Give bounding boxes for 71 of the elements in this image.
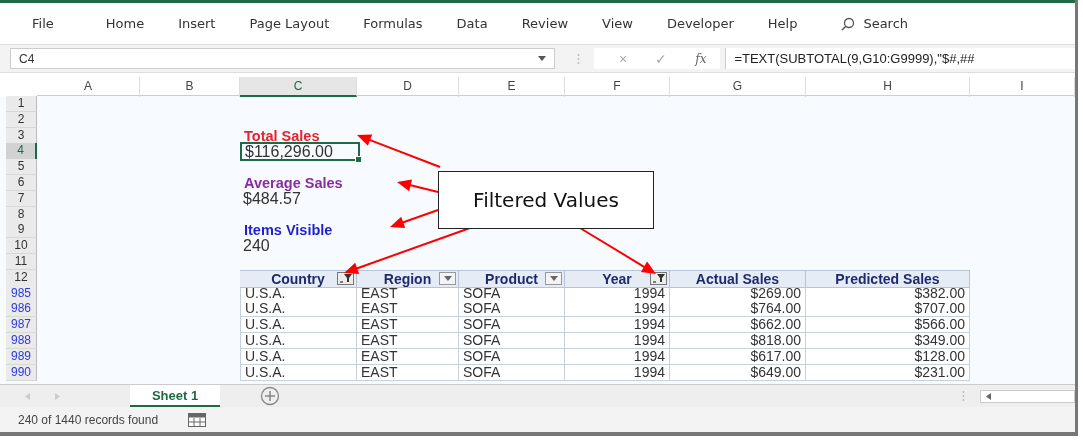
- filter-button[interactable]: [545, 271, 562, 285]
- table-header: Region: [357, 269, 459, 288]
- column-header[interactable]: E: [459, 77, 565, 97]
- menu-item[interactable]: File: [32, 16, 74, 31]
- table-grid-icon: [188, 413, 207, 427]
- table-header: Product: [459, 269, 565, 288]
- funnel-icon: [339, 273, 352, 283]
- column-header[interactable]: C: [240, 77, 357, 97]
- sheet-tab[interactable]: Sheet 1: [130, 385, 220, 407]
- dropdown-caret-icon: [538, 56, 546, 61]
- insert-function-button[interactable]: fx: [695, 51, 707, 66]
- formula-field[interactable]: =TEXT(SUBTOTAL(9,G10:G9999),"$#,##: [725, 48, 1075, 69]
- table-cell: U.S.A.: [240, 301, 357, 318]
- cell-label: Average Sales: [244, 175, 343, 191]
- menu-item[interactable]: Home: [87, 16, 165, 31]
- table-header: Year: [565, 269, 670, 288]
- table-cell: 1994: [565, 301, 670, 318]
- menu-item[interactable]: Insert: [178, 16, 236, 31]
- table-header: Predicted Sales: [806, 269, 970, 288]
- filter-button[interactable]: [337, 271, 354, 285]
- cell-label: Items Visible: [243, 222, 333, 239]
- table-cell: 1994: [565, 317, 670, 334]
- table-cell: $662.00: [670, 317, 806, 334]
- table-cell: EAST: [357, 317, 459, 334]
- row-header[interactable]: 10: [6, 238, 37, 255]
- grip-icon: [962, 390, 965, 402]
- cell-label: Total Sales: [243, 127, 320, 144]
- funnel-icon: [652, 273, 665, 283]
- horizontal-scrollbar[interactable]: [980, 389, 1075, 403]
- menu-item[interactable]: Formulas: [363, 16, 443, 31]
- column-header[interactable]: H: [806, 77, 970, 97]
- table-cell: SOFA: [459, 317, 565, 334]
- search-icon: [841, 16, 856, 31]
- menu-item[interactable]: Help: [767, 16, 818, 31]
- name-box[interactable]: C4: [10, 48, 555, 69]
- table-cell: U.S.A.: [240, 317, 357, 334]
- menu-item[interactable]: Review: [521, 16, 589, 31]
- add-sheet-icon[interactable]: [260, 386, 280, 406]
- table-cell: EAST: [357, 301, 459, 318]
- cell-value[interactable]: 240: [240, 238, 360, 255]
- column-header[interactable]: I: [970, 77, 1075, 97]
- column-header[interactable]: G: [670, 77, 806, 97]
- menu-item[interactable]: View: [602, 16, 653, 31]
- menu-item[interactable]: Page Layout: [249, 16, 350, 31]
- table-cell: SOFA: [459, 301, 565, 318]
- column-header[interactable]: D: [357, 77, 459, 97]
- column-header[interactable]: A: [37, 77, 140, 97]
- caret-icon: [549, 275, 558, 281]
- menu-item[interactable]: Data: [456, 16, 508, 31]
- table-header: Country: [240, 269, 357, 288]
- row-header[interactable]: 9: [6, 222, 37, 239]
- row-header[interactable]: 1: [6, 96, 37, 112]
- cell-value[interactable]: $116,296.00: [240, 142, 360, 162]
- grip-icon: [577, 52, 580, 65]
- status-text: 240 of 1440 records found: [18, 413, 159, 427]
- row-header[interactable]: 5: [6, 159, 37, 176]
- table-cell: $764.00: [670, 301, 806, 318]
- column-header[interactable]: F: [565, 77, 670, 97]
- scroll-left-icon[interactable]: [986, 392, 991, 400]
- filter-button[interactable]: [650, 271, 667, 285]
- table-cell: $707.00: [806, 301, 970, 318]
- filter-button[interactable]: [439, 271, 456, 285]
- row-header[interactable]: 986: [6, 301, 37, 318]
- table-cell: $566.00: [806, 317, 970, 334]
- caret-icon: [443, 275, 452, 281]
- callout-box: Filtered Values: [438, 171, 654, 229]
- row-header[interactable]: 987: [6, 317, 37, 334]
- table-header: Actual Sales: [670, 269, 806, 288]
- menu-item[interactable]: Developer: [666, 16, 754, 31]
- arrow: [397, 179, 439, 193]
- search-button[interactable]: Search: [841, 16, 909, 31]
